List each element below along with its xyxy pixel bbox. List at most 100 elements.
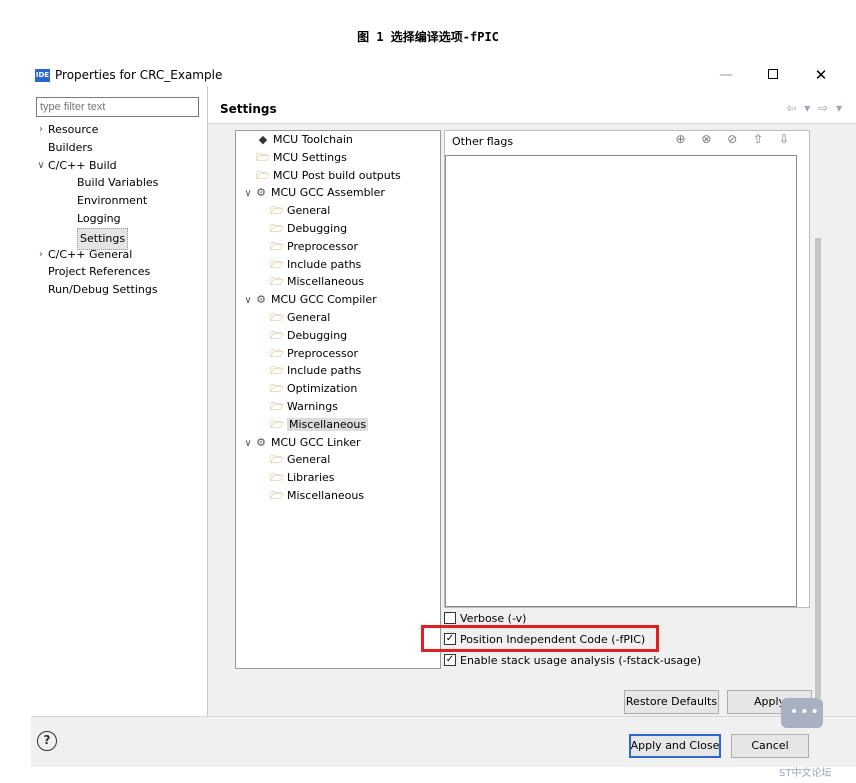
other-flags-label: Other flags [452,135,514,148]
settings-folder-icon: 🗁 [270,257,284,271]
nav-item[interactable]: Settings [36,227,206,250]
nav-item-label: Project References [48,265,151,279]
settings-folder-icon: 🗁 [270,239,284,253]
tree-item[interactable]: 🗁 Include paths [270,256,361,274]
minimize-button[interactable]: — [711,64,741,86]
tree-item-label: Preprocessor [287,346,359,360]
tree-item[interactable]: 🗁 Debugging [270,220,347,238]
tree-item-label: Include paths [287,257,362,271]
tree-item[interactable]: 🗁 General [270,309,330,327]
back-forward-arrows-icon[interactable]: ⇦ ▾ ⇨ ▾ [786,101,844,115]
settings-folder-icon: 🗁 [270,222,284,235]
chevron-right-icon[interactable]: › [36,121,46,139]
settings-folder-icon: 🗁 [270,328,284,342]
tree-item[interactable]: 🗁 Optimization [270,380,357,398]
nav-item[interactable]: Project References [36,263,206,281]
nav-item[interactable]: › Resource [36,121,206,139]
tree-item-label: General [287,204,331,218]
cancel-button[interactable]: Cancel [731,734,809,758]
tree-item-label: Debugging [287,328,348,342]
tree-item-label: Preprocessor [287,239,359,253]
maximize-button[interactable] [758,64,788,86]
nav-item[interactable]: Logging [36,210,206,228]
settings-folder-icon: 🗁 [270,382,284,396]
tree-item-label: Warnings [287,400,338,413]
settings-header: Settings ⇦ ▾ ⇨ ▾ [208,93,856,123]
filter-input[interactable] [36,97,199,117]
settings-folder-icon: 🗁 [270,417,284,431]
nav-item[interactable]: Run/Debug Settings [36,281,206,299]
tree-item-label: Libraries [287,471,335,485]
tree-item[interactable]: ∨ ⚙ MCU GCC Compiler [242,291,377,310]
stack-usage-label: Enable stack usage analysis (-fstack-usa… [460,654,702,667]
nav-item[interactable]: Builders [36,139,206,157]
help-icon[interactable]: ? [37,731,57,751]
chevron-right-icon[interactable]: › [36,246,46,264]
chevron-down-icon[interactable]: ∨ [242,185,254,203]
nav-item[interactable]: Build Variables [36,174,206,192]
tree-item-label: MCU Toolchain [273,133,353,146]
tree-item[interactable]: 🗁 General [270,451,330,469]
settings-folder-icon: 🗁 [270,204,284,218]
watermark-text: ST中文论坛 [779,768,832,779]
tree-item[interactable]: ∨ ⚙ MCU GCC Assembler [242,184,385,202]
tree-item[interactable]: 🗁 Miscellaneous [270,487,364,505]
tree-item[interactable]: 🗁 Debugging [270,327,347,345]
nav-item-label: Builders [48,140,93,154]
restore-defaults-button[interactable]: Restore Defaults [624,690,719,714]
title-bar: IDE Properties for CRC_Example — ✕ [31,58,856,92]
nav-item-label: C/C++ General [48,247,133,261]
tree-item[interactable]: 🗁 Warnings [270,398,338,416]
tree-item[interactable]: ∨ ⚙ MCU GCC Linker [242,434,361,453]
ide-logo-icon: IDE [35,69,50,82]
tree-item-label: General [287,453,331,467]
tree-item-label: MCU GCC Linker [271,435,361,449]
tree-item[interactable]: 🗁 General [270,202,330,220]
tree-item[interactable]: 🗁 Miscellaneous [270,273,364,291]
tree-item[interactable]: 🗁 Include paths [270,362,361,380]
verbose-label: Verbose (-v) [460,612,527,625]
verbose-checkbox[interactable] [444,612,456,624]
settings-folder-icon: 🗁 [270,471,284,485]
tree-item[interactable]: 🗁 MCU Settings [256,149,347,167]
tree-item-label: Miscellaneous [287,489,365,502]
tree-item[interactable]: 🗁 Libraries [270,469,335,487]
highlight-box [421,625,659,652]
stack-usage-checkbox[interactable]: ✓ [444,654,456,666]
nav-item[interactable]: › C/C++ General [36,246,206,264]
gear-icon: ⚙ [256,186,266,200]
settings-folder-icon: 🗁 [256,150,270,164]
chat-bubble-icon: ••• [781,698,823,728]
tree-item[interactable]: 🗁 Preprocessor [270,345,358,363]
vertical-scrollbar[interactable] [815,238,821,698]
tree-item[interactable]: 🗁 Preprocessor [270,238,358,256]
tree-item[interactable]: ◆ MCU Toolchain [256,131,353,149]
maximize-icon [768,69,778,79]
stack-usage-option[interactable]: ✓ Enable stack usage analysis (-fstack-us… [444,653,701,669]
tree-item-label: MCU Post build outputs [273,168,401,182]
tree-item[interactable]: 🗁 MCU Post build outputs [256,167,401,185]
tree-item-label: MCU GCC Compiler [271,293,377,307]
apply-and-close-button[interactable]: Apply and Close [629,734,721,758]
gear-icon: ⚙ [256,435,266,449]
other-flags-list[interactable] [445,155,797,607]
flag-toolbar-icons[interactable]: ⊕ ⊗ ⊘ ⇧ ⇩ [675,132,795,146]
figure-caption: 图 1 选择编译选项-fPIC [357,30,499,44]
nav-item-label: Logging [77,211,121,225]
tool-settings-tree: ◆ MCU Toolchain 🗁 MCU Settings 🗁 MCU Post bui… [235,130,441,669]
settings-folder-icon: 🗁 [270,453,284,467]
chevron-down-icon[interactable]: ∨ [36,157,46,175]
tree-item[interactable]: 🗁 Miscellaneous [270,416,369,434]
nav-item-label: Resource [48,123,99,136]
settings-folder-icon: 🗁 [270,275,284,289]
nav-item[interactable]: ∨ C/C++ Build [36,157,206,175]
nav-item[interactable]: Environment [36,192,206,210]
settings-folder-icon: 🗁 [270,346,284,360]
tree-item-label: General [287,311,331,324]
tree-item-label: Include paths [287,364,362,378]
chevron-down-icon[interactable]: ∨ [242,435,254,453]
chevron-down-icon[interactable]: ∨ [242,292,254,310]
settings-folder-icon: 🗁 [270,364,284,378]
nav-item-label: C/C++ Build [48,158,117,172]
close-button[interactable]: ✕ [806,64,836,86]
